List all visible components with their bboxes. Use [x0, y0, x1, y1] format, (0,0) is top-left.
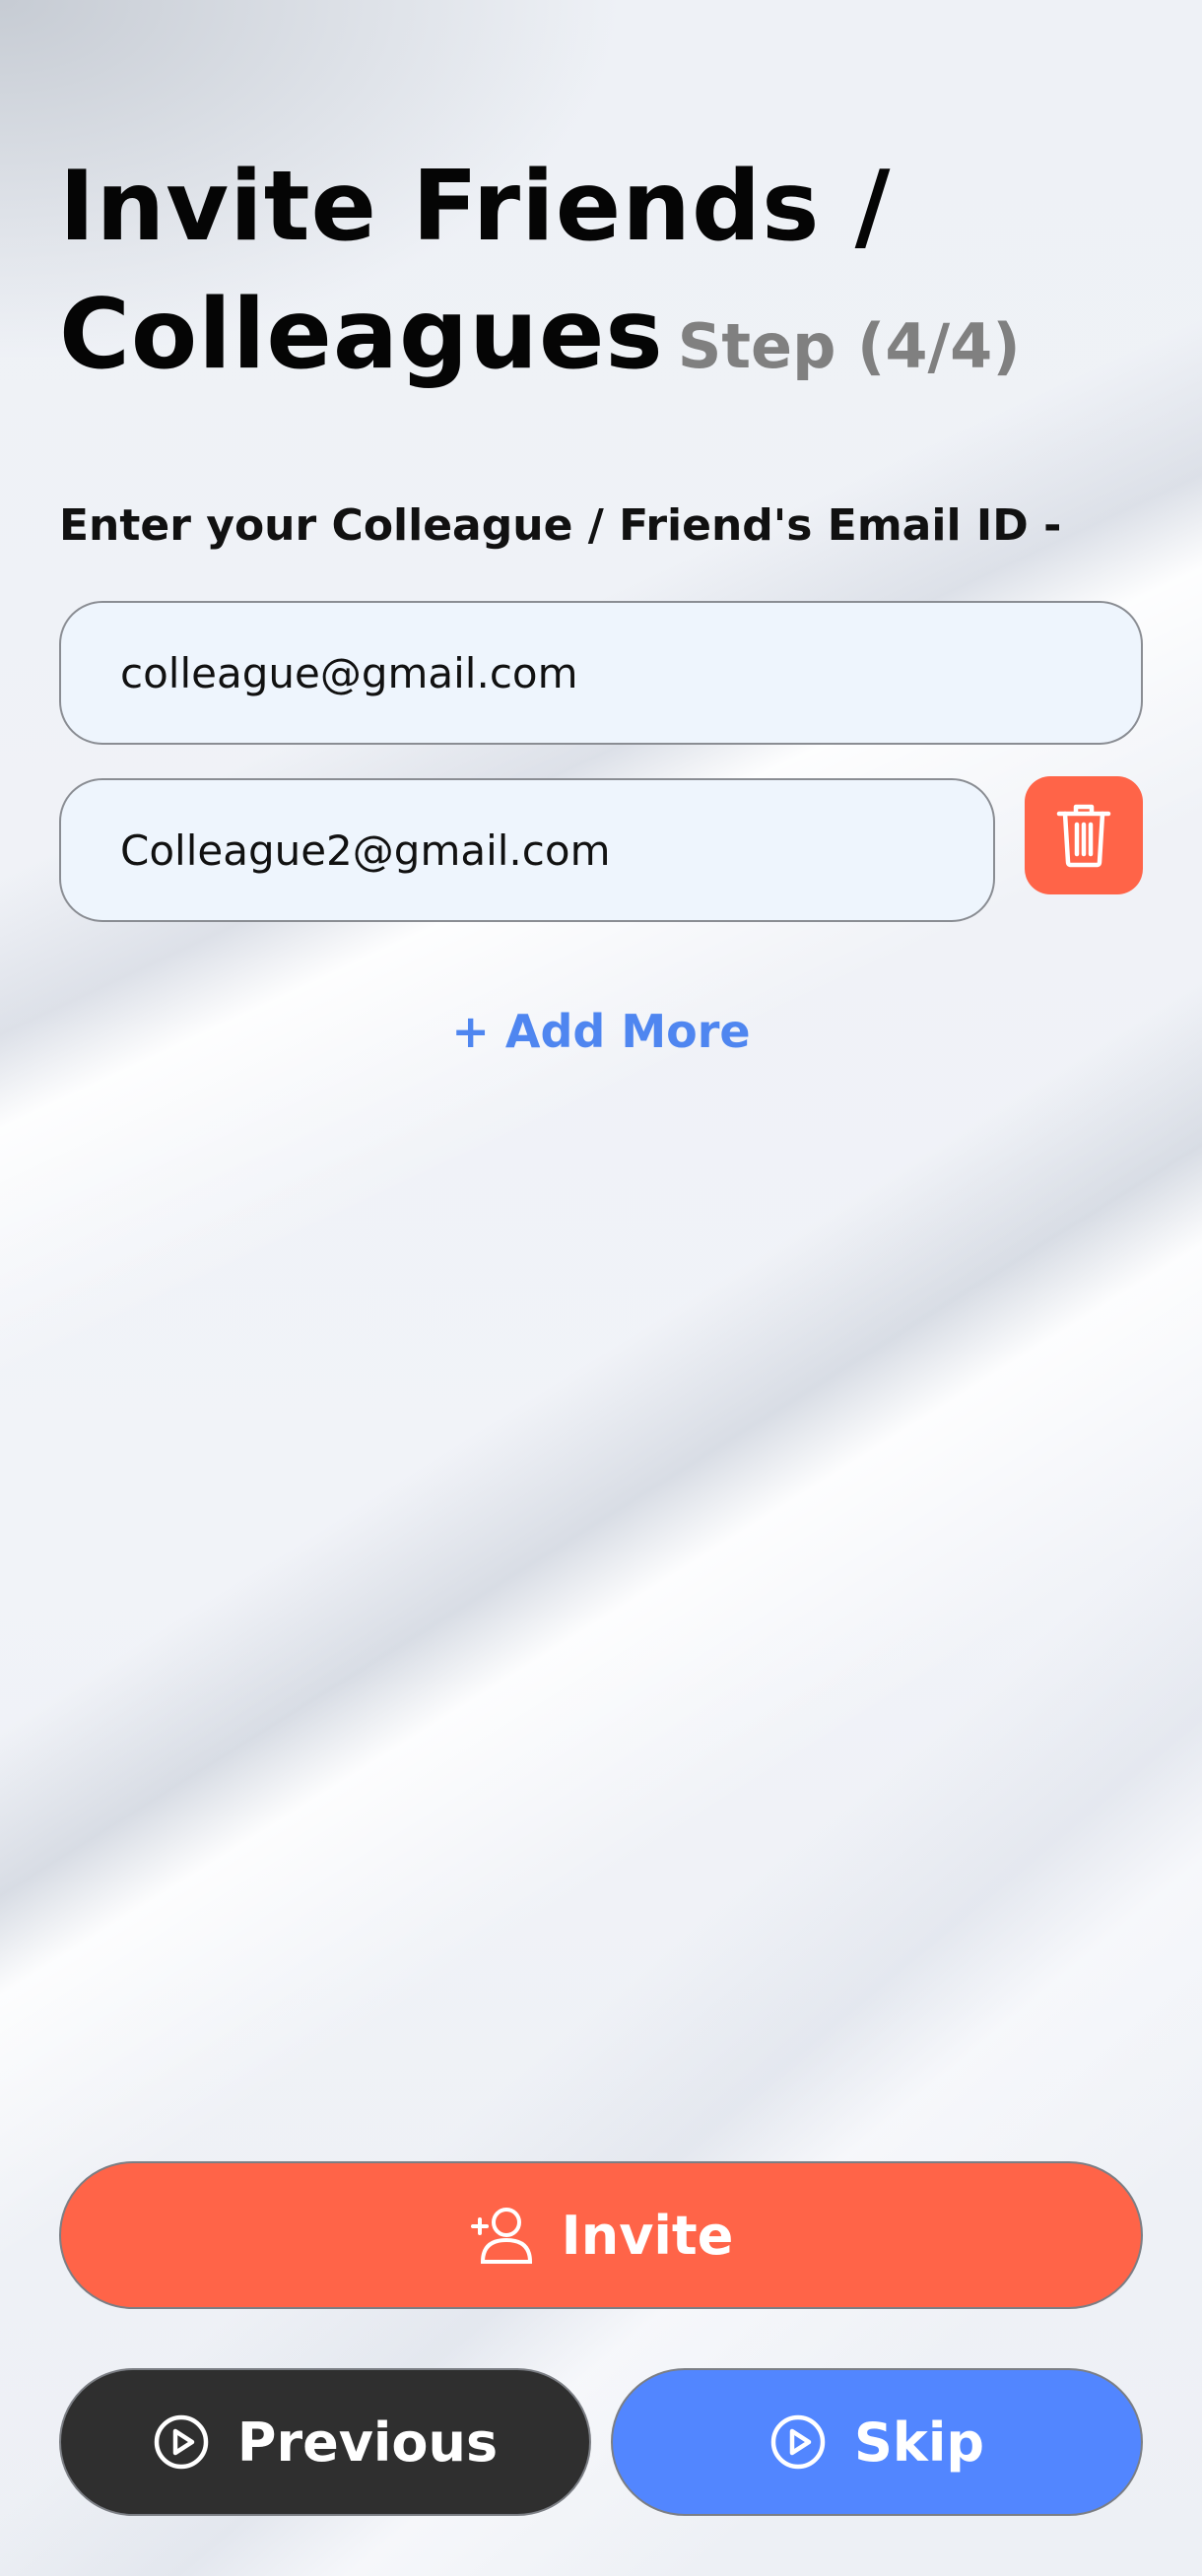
title-line-1: Invite Friends /	[59, 151, 892, 263]
email-field-2[interactable]	[59, 778, 995, 922]
title-line-2: Colleagues	[59, 279, 664, 391]
email-section-label: Enter your Colleague / Friend's Email ID…	[59, 500, 1062, 551]
skip-button-label: Skip	[854, 2411, 984, 2474]
email-field-1[interactable]	[59, 601, 1143, 745]
previous-button[interactable]: Previous	[59, 2368, 591, 2516]
page-title: Invite Friends / Colleagues Step (4/4)	[59, 143, 1163, 411]
trash-icon	[1056, 804, 1111, 868]
previous-button-label: Previous	[236, 2411, 499, 2474]
play-circle-icon	[153, 2413, 210, 2471]
email-input-2[interactable]	[120, 826, 993, 875]
invite-button-label: Invite	[561, 2204, 734, 2267]
delete-email-button[interactable]	[1025, 776, 1143, 894]
step-indicator: Step (4/4)	[677, 310, 1021, 382]
add-more-link[interactable]: + Add More	[0, 1005, 1202, 1058]
play-circle-icon	[769, 2413, 827, 2471]
email-input-1[interactable]	[120, 648, 1141, 697]
add-user-icon	[469, 2205, 534, 2266]
invite-button[interactable]: Invite	[59, 2161, 1143, 2309]
skip-button[interactable]: Skip	[611, 2368, 1143, 2516]
